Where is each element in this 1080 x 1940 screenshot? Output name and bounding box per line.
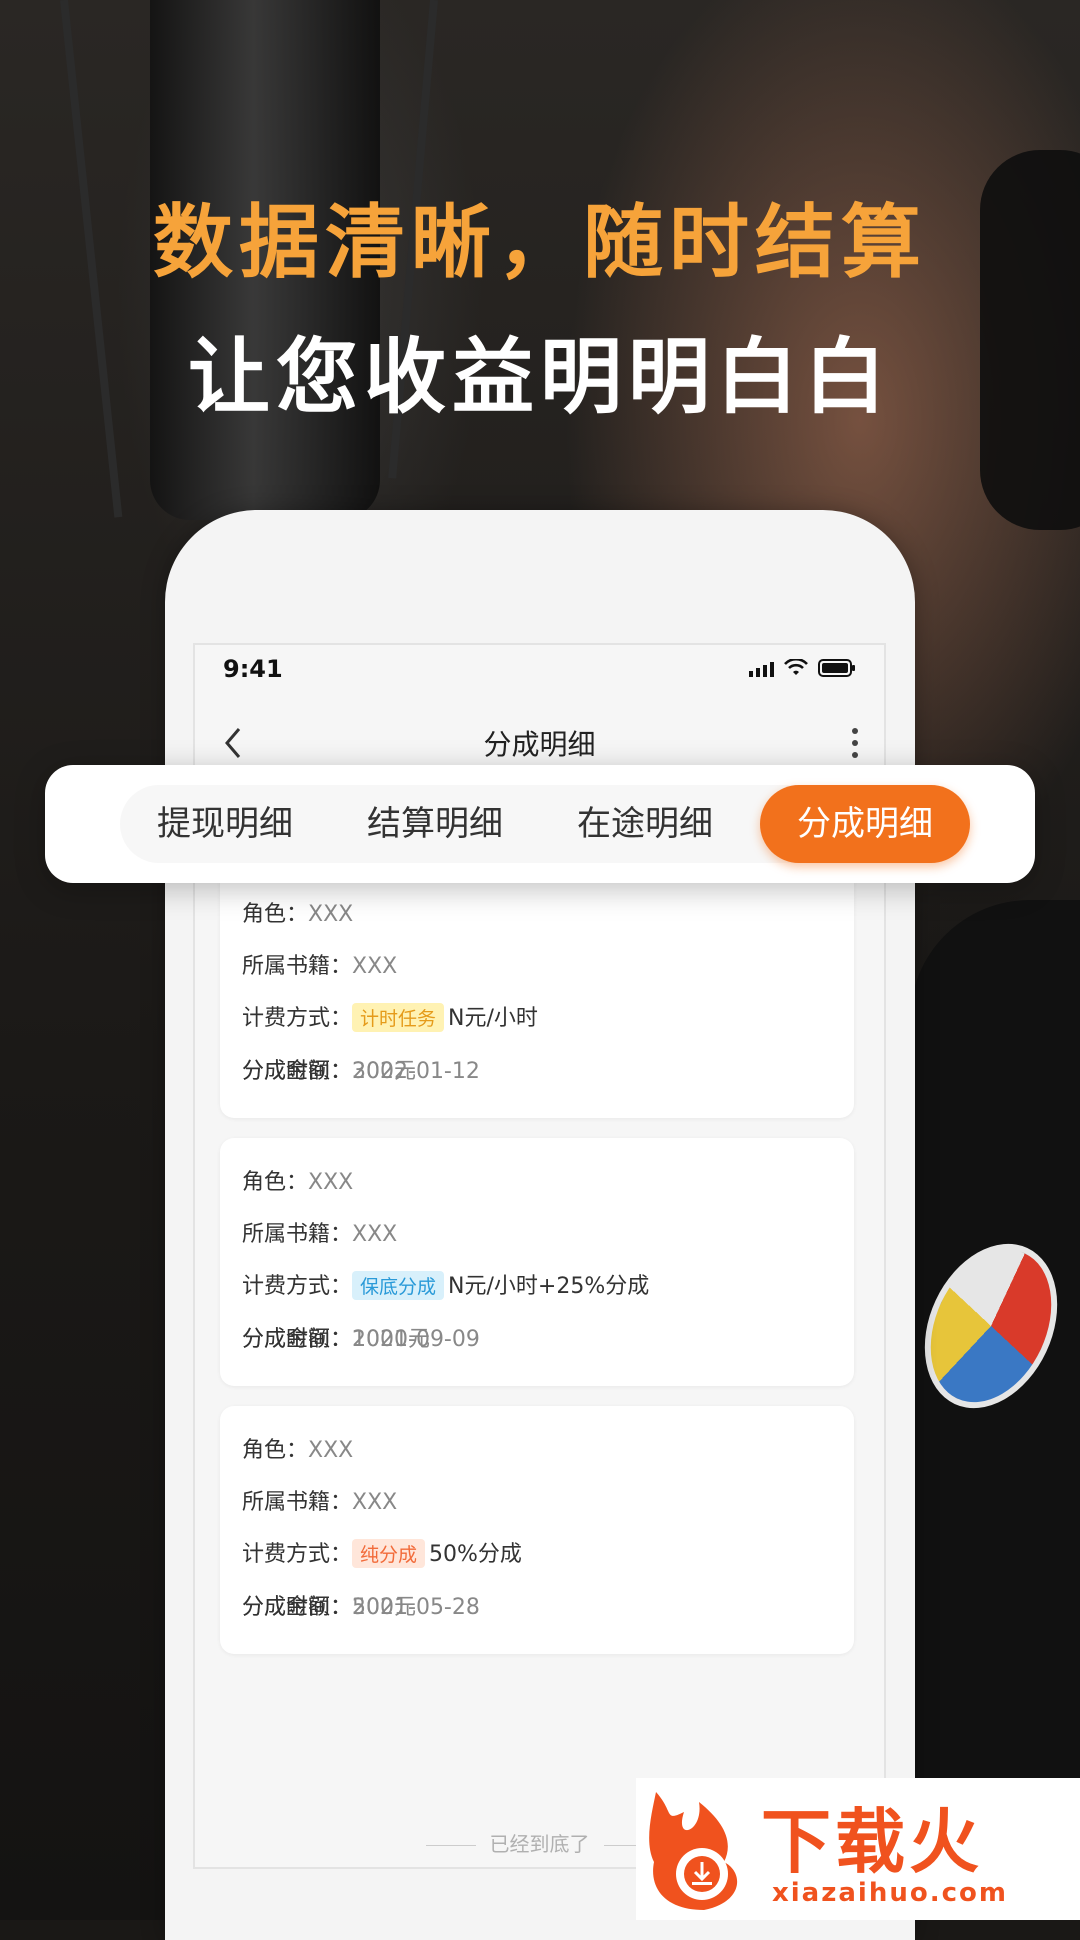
headline-secondary: 让您收益明明白白 <box>187 330 892 425</box>
status-time: 9:41 <box>223 655 283 683</box>
record-role: 角色：XXX <box>242 1438 354 1463</box>
record-role: 角色：XXX <box>242 1170 354 1195</box>
headline-primary: 数据清晰，随时结算 <box>153 196 927 289</box>
billing-tag: 计时任务 <box>352 1003 445 1032</box>
record-time: 分成时间：2022-01-12 <box>242 1059 480 1084</box>
tab-in-transit-detail[interactable]: 在途明细 <box>550 785 740 863</box>
billing-tag: 保底分成 <box>352 1271 445 1300</box>
record-book: 所属书籍：XXX <box>242 1490 398 1515</box>
tab-bar: 提现明细 结算明细 在途明细 分成明细 <box>120 785 970 863</box>
record-card: 角色：XXX 所属书籍：XXX 计费方式： 保底分成 N元/小时+25%分成 分成金… <box>220 1138 854 1386</box>
flame-logo-icon <box>649 1792 738 1910</box>
record-billing: 计费方式： 纯分成 50%分成 <box>242 1536 522 1568</box>
status-bar: 9:41 <box>195 645 884 705</box>
record-billing: 计费方式： 保底分成 N元/小时+25%分成 <box>242 1268 649 1300</box>
shirt-image <box>910 900 1080 1920</box>
more-options-icon[interactable] <box>850 723 860 763</box>
record-card: 角色：XXX 所属书籍：XXX 计费方式： 计时任务 N元/小时 分成金额：300元… <box>220 862 854 1118</box>
wifi-icon <box>784 659 808 675</box>
battery-icon <box>818 659 855 677</box>
watermark-url: xiazaihuo.com <box>772 1878 1008 1908</box>
page-title: 分成明细 <box>483 728 596 761</box>
watermark: 下载火 xiazaihuo.com <box>636 1778 1080 1920</box>
status-icons <box>749 659 856 677</box>
billing-tag: 纯分成 <box>352 1539 426 1568</box>
record-time: 分成时间：2021-09-09 <box>242 1327 480 1352</box>
record-book: 所属书籍：XXX <box>242 1222 398 1247</box>
record-billing: 计费方式： 计时任务 N元/小时 <box>242 1000 538 1032</box>
tab-bar-container: 提现明细 结算明细 在途明细 分成明细 <box>45 765 1035 883</box>
tab-share-detail[interactable]: 分成明细 <box>760 785 970 863</box>
record-card: 角色：XXX 所属书籍：XXX 计费方式： 纯分成 50%分成 分成金额：500元 … <box>220 1406 854 1654</box>
tab-settlement-detail[interactable]: 结算明细 <box>340 785 530 863</box>
record-book: 所属书籍：XXX <box>242 954 398 979</box>
signal-icon <box>749 662 774 677</box>
record-role: 角色：XXX <box>242 902 354 927</box>
record-time: 分成时间：2021-05-28 <box>242 1595 480 1620</box>
tab-withdraw-detail[interactable]: 提现明细 <box>130 785 320 863</box>
watermark-brand: 下载火 <box>761 1801 983 1883</box>
